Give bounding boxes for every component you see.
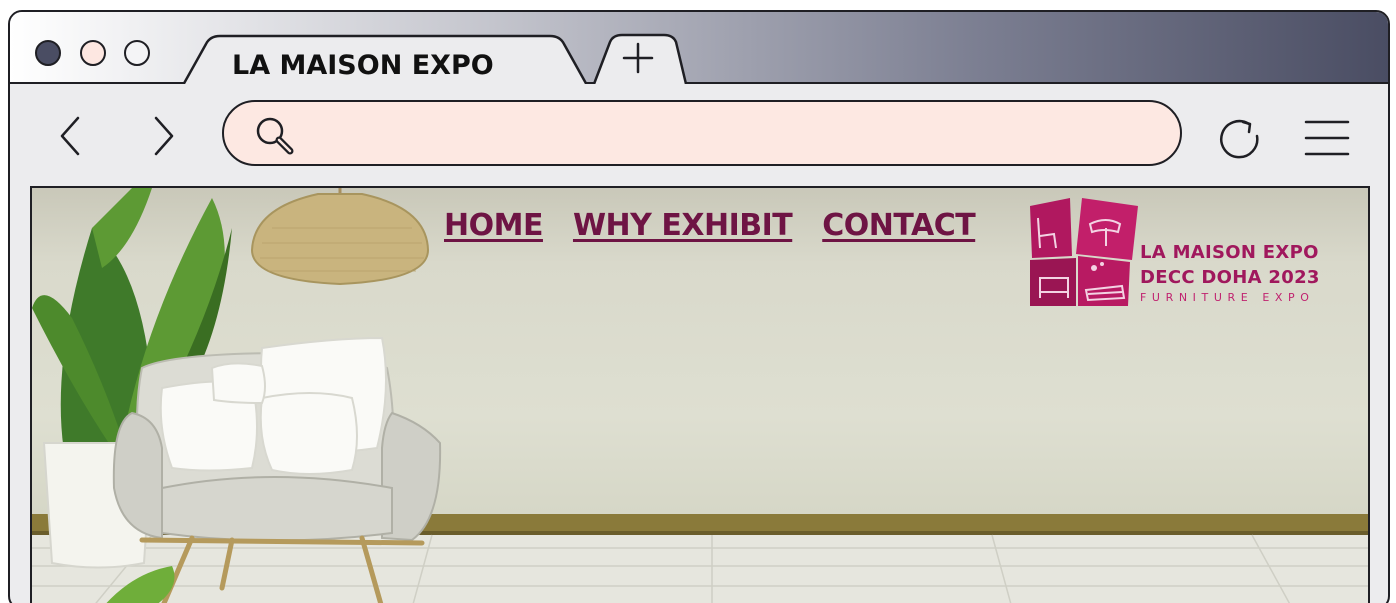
logo-title: LA MAISON EXPO <box>1140 242 1319 263</box>
reload-icon[interactable] <box>1215 114 1263 162</box>
back-arrow-icon[interactable] <box>54 114 90 158</box>
forward-arrow-icon[interactable] <box>144 114 180 158</box>
toolbar <box>10 84 1388 184</box>
tab-title[interactable]: LA MAISON EXPO <box>232 50 494 81</box>
nav-link-why-exhibit[interactable]: WHY EXHIBIT <box>573 208 793 243</box>
search-icon <box>256 117 294 155</box>
url-input[interactable] <box>304 110 1164 156</box>
address-bar[interactable] <box>222 100 1182 166</box>
logo-venue: DECC DOHA 2023 <box>1140 267 1320 288</box>
nav-link-contact[interactable]: CONTACT <box>822 208 975 243</box>
browser-window: LA MAISON EXPO HOME WHY EXHIBIT CONTACT … <box>8 10 1390 603</box>
title-bar: LA MAISON EXPO <box>10 12 1388 86</box>
expo-logo-icon[interactable] <box>1028 198 1140 308</box>
hamburger-menu-icon[interactable] <box>1304 118 1350 158</box>
expo-logo-text: LA MAISON EXPO DECC DOHA 2023 FURNITURE … <box>1140 240 1320 304</box>
nav-link-home[interactable]: HOME <box>444 208 543 243</box>
logo-tagline: FURNITURE EXPO <box>1140 291 1315 304</box>
new-tab-button[interactable] <box>592 33 688 85</box>
site-nav: HOME WHY EXHIBIT CONTACT <box>444 208 976 243</box>
plant-and-armchair-image <box>32 188 442 603</box>
page-viewport: HOME WHY EXHIBIT CONTACT LA MAISON EXPO … <box>30 186 1370 603</box>
